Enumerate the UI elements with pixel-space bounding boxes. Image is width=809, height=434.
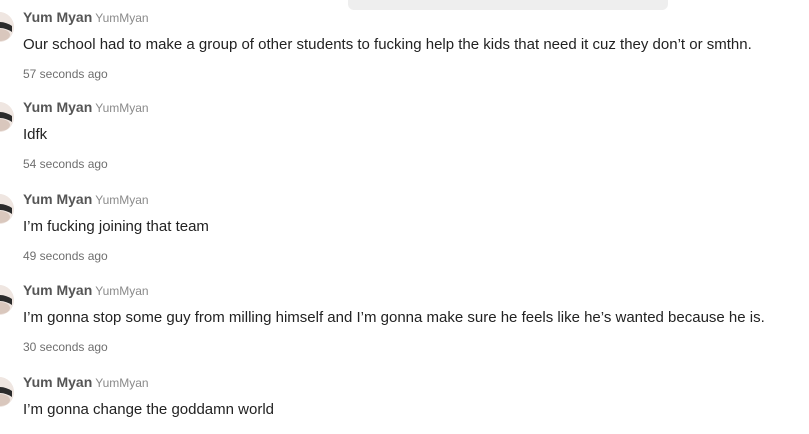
post-text: I’m gonna stop some guy from milling him… (23, 309, 765, 326)
display-name[interactable]: Yum Myan (23, 9, 92, 25)
username[interactable]: YumMyan (95, 376, 148, 390)
display-name[interactable]: Yum Myan (23, 282, 92, 298)
username[interactable]: YumMyan (95, 11, 148, 25)
post-timestamp[interactable]: 30 seconds ago (23, 339, 108, 355)
post-text: I’m fucking joining that team (23, 218, 209, 235)
post-timestamp[interactable]: 57 seconds ago (23, 66, 108, 82)
avatar[interactable] (0, 194, 14, 224)
display-name[interactable]: Yum Myan (23, 99, 92, 115)
post-header: Yum Myan YumMyan (23, 8, 149, 27)
post-timestamp[interactable]: 49 seconds ago (23, 248, 108, 264)
post-header: Yum Myan YumMyan (23, 98, 149, 117)
username[interactable]: YumMyan (95, 284, 148, 298)
avatar[interactable] (0, 12, 14, 42)
username[interactable]: YumMyan (95, 101, 148, 115)
avatar[interactable] (0, 285, 14, 315)
top-bar (348, 0, 668, 10)
display-name[interactable]: Yum Myan (23, 191, 92, 207)
avatar[interactable] (0, 377, 14, 407)
post-header: Yum Myan YumMyan (23, 190, 149, 209)
post-header: Yum Myan YumMyan (23, 373, 149, 392)
post-feed: Yum Myan YumMyan Our school had to make a… (0, 0, 809, 434)
display-name[interactable]: Yum Myan (23, 374, 92, 390)
post-timestamp[interactable]: 54 seconds ago (23, 156, 108, 172)
post-text: Our school had to make a group of other … (23, 36, 752, 53)
post-text: Idfk (23, 126, 48, 143)
post-header: Yum Myan YumMyan (23, 281, 149, 300)
username[interactable]: YumMyan (95, 193, 148, 207)
avatar[interactable] (0, 102, 14, 132)
post-text: I’m gonna change the goddamn world (23, 401, 275, 418)
